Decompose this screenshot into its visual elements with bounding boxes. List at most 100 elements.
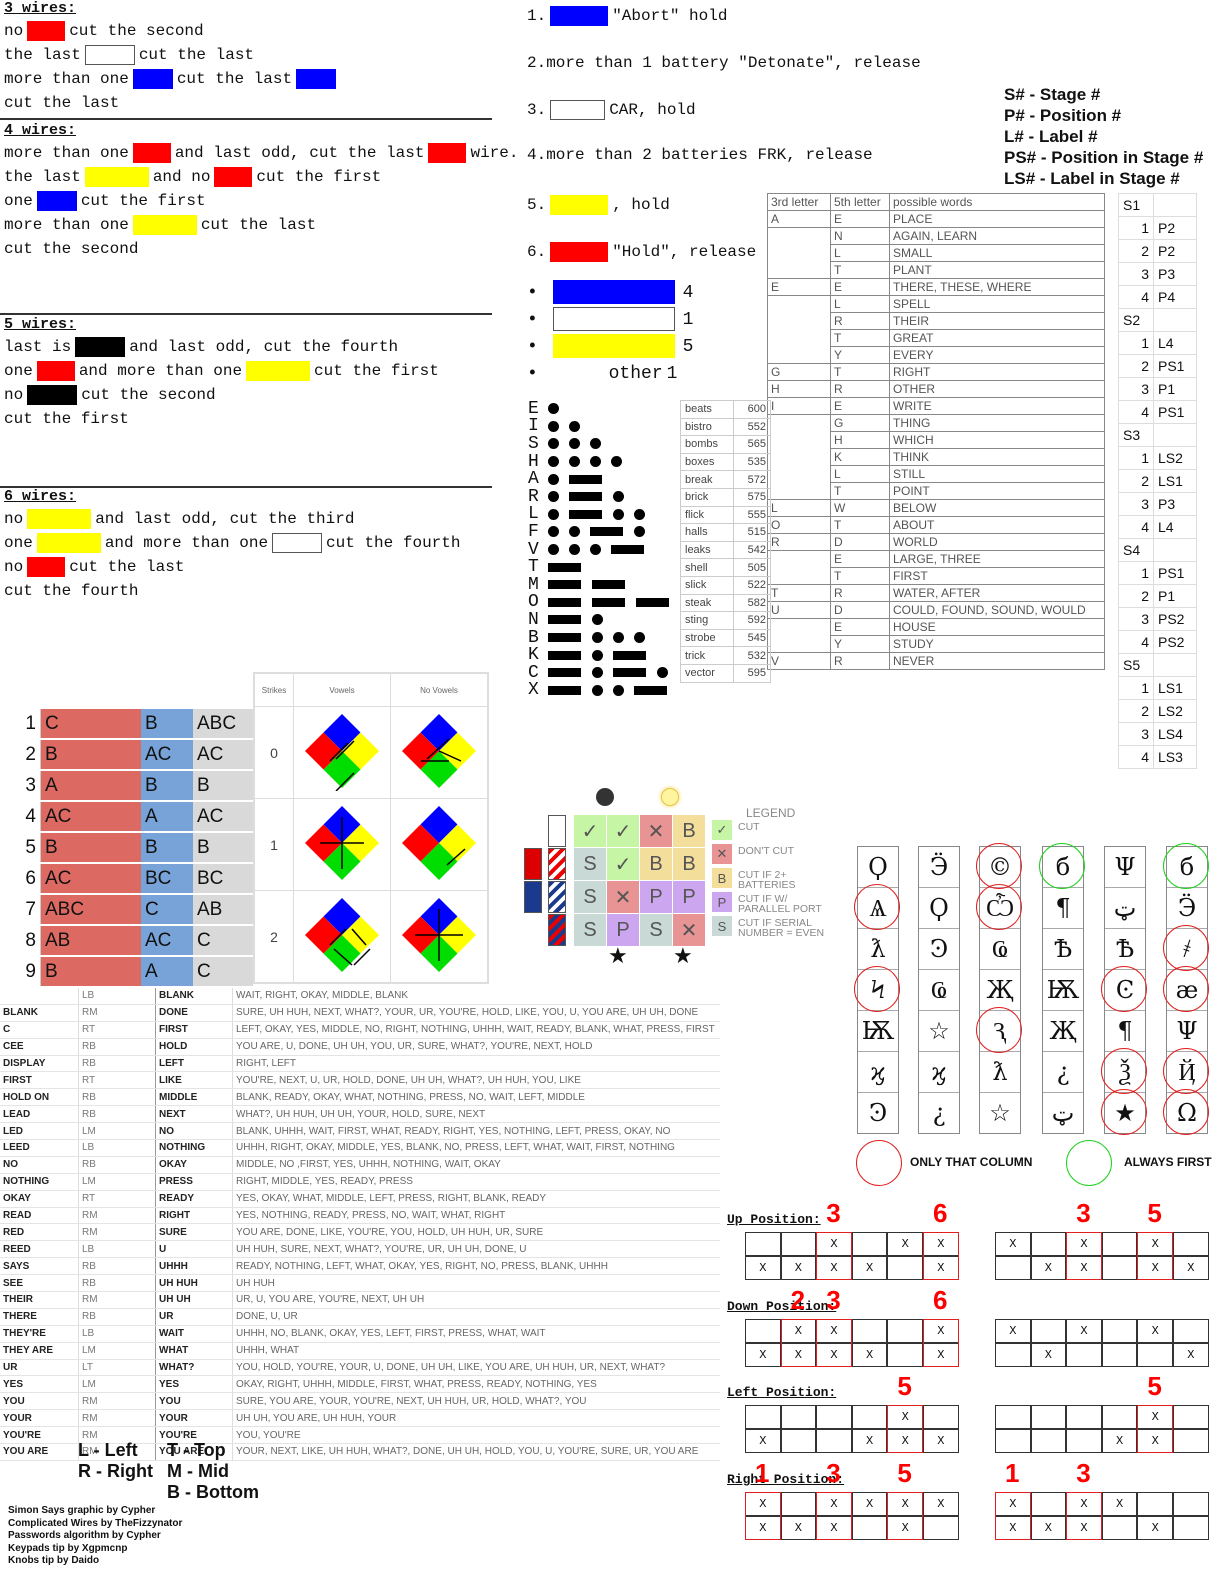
cw-cell-b: B [673,848,705,880]
stage-label: S5 [1118,653,1154,677]
knob-led: X [780,1256,817,1280]
table-cell: ABC [40,894,141,926]
knob-grid: XXXXX5 [745,1371,959,1453]
word-list: WAIT, RIGHT, OKAY, MIDDLE, BLANK [232,988,720,1005]
table-cell: R [830,652,890,670]
rule-number: 5. [527,196,547,214]
morse-dot [592,667,603,679]
table-row: G THING [767,414,1105,432]
table-cell: Y [830,635,890,653]
knob-led [923,1405,959,1429]
morse-dash [592,597,625,607]
rule-text: no [4,386,24,404]
morse-row: H [528,452,680,472]
table-row: slick 522 [680,575,771,595]
table-row: boxes 535 [680,452,771,472]
only-column-circle-icon [976,843,1022,889]
knob-led [995,1343,1031,1367]
display-word: LEED [0,1139,79,1157]
rule-line: cut the second [4,237,492,261]
wire-blue-swatch [36,190,77,211]
display-position: LT [78,1359,156,1377]
strip-yellow-swatch [552,334,675,359]
table-cell: U [767,601,831,619]
section-title: 4 wires: [4,122,77,139]
button-word: BLANK [155,988,233,1005]
keypad-column: б ¶ Ѣ Ѭ Җ ¿ ټ [1039,843,1085,1134]
keypad-symbol: Ͽ [919,929,959,970]
table-cell: B [141,709,193,740]
knob-column-number: 3 [826,1198,841,1228]
rule-text: more than one [4,70,129,88]
morse-row: E [528,399,680,419]
rule-line: no and last odd, cut the third [4,507,492,531]
table-row: H WHICH [767,431,1105,449]
strip-rule: • 4 [527,280,693,306]
stage-row: S3 [1118,423,1197,447]
table-cell: B [40,956,141,988]
keypad-symbol: Ѯ [1101,1048,1147,1094]
rule-text: wire. [470,144,519,162]
keypad-symbol: Ѭ [858,1011,898,1052]
table-cell: E [830,210,890,228]
table-cell: R [830,380,890,398]
button-word: RIGHT [155,1207,233,1225]
display-position: LB [78,1240,156,1259]
morse-dot [592,632,603,644]
button-word: WHAT [155,1342,233,1360]
knob-highlight [887,1405,924,1453]
stage-row: S5 [1118,653,1197,677]
cw-cell-b: B [640,848,672,880]
keypad-symbol: Ӭ [919,847,959,888]
step-row: 4 PS1 [1118,400,1197,424]
table-cell: STUDY [889,635,1105,653]
knob-led [887,1343,923,1367]
key-line: M - Mid [167,1461,229,1481]
rule-text: cut the last [176,70,293,88]
knob-led [1101,1232,1138,1256]
table-row: E HOUSE [767,618,1105,636]
wire-red-swatch [27,20,66,41]
word-list: YOU ARE, DONE, LIKE, YOU'RE, YOU, HOLD, … [232,1223,720,1242]
knob-led [1101,1343,1138,1367]
knob-grid: XXXXXXXX236 [745,1285,959,1367]
display-position: RM [78,1392,156,1411]
table-row: beats 600 [680,400,771,419]
display-word: READ [0,1207,79,1225]
display-word: REED [0,1240,79,1259]
morse-frequency-table: beats 600 bistro 552 bombs 565 boxes 535 break 57… [680,400,771,683]
knob-led: X [1030,1516,1067,1540]
strip-label: other [608,364,663,384]
legend-swatch: B [712,868,732,888]
display-position: RM [78,1207,156,1225]
table-cell: C [141,894,193,926]
step-value: PS2 [1153,607,1197,631]
divider [0,118,492,120]
cw-cell-x: ✕ [607,881,639,913]
step-row: 1 LS1 [1118,676,1197,700]
knob-led: X [995,1232,1031,1256]
keypad-column: © Ѽ Ҩ Җ Ԇƛ ☆ [976,843,1022,1134]
table-row: U D COULD, FOUND, SOUND, WOULD [767,601,1105,619]
memory-code-legend: S# - Stage # P# - Position # L# - Label # P… [1004,84,1203,189]
morse-row: A [528,469,680,489]
knob-led: X [851,1256,888,1280]
table-row: LEED LB NOTHING UHHH, RIGHT, OKAY, MIDDLE, … [0,1139,720,1157]
wire-yellow-swatch [27,508,92,529]
rule-number: 3. [527,101,547,119]
morse-dash [611,545,644,555]
button-rule: 6. "Hold", release [527,240,756,264]
keypad-symbol: ★ [1101,1089,1147,1135]
keypad-symbol: ϗ [858,1052,898,1093]
table-cell: G [767,363,831,381]
word-cell: vector [680,663,734,683]
wire-red-icon [524,848,542,880]
word-list: YOU, HOLD, YOU'RE, YOUR, U, DONE, UH UH,… [232,1359,720,1377]
rule-text: no [4,558,24,576]
wire-white-icon [548,815,566,847]
table-cell: A [40,770,141,802]
table-row: 8 AB AC C [4,925,253,957]
step-number: 2 [1118,584,1154,608]
knob-led [1030,1319,1067,1343]
word-list: YOU, YOU'RE [232,1426,720,1445]
